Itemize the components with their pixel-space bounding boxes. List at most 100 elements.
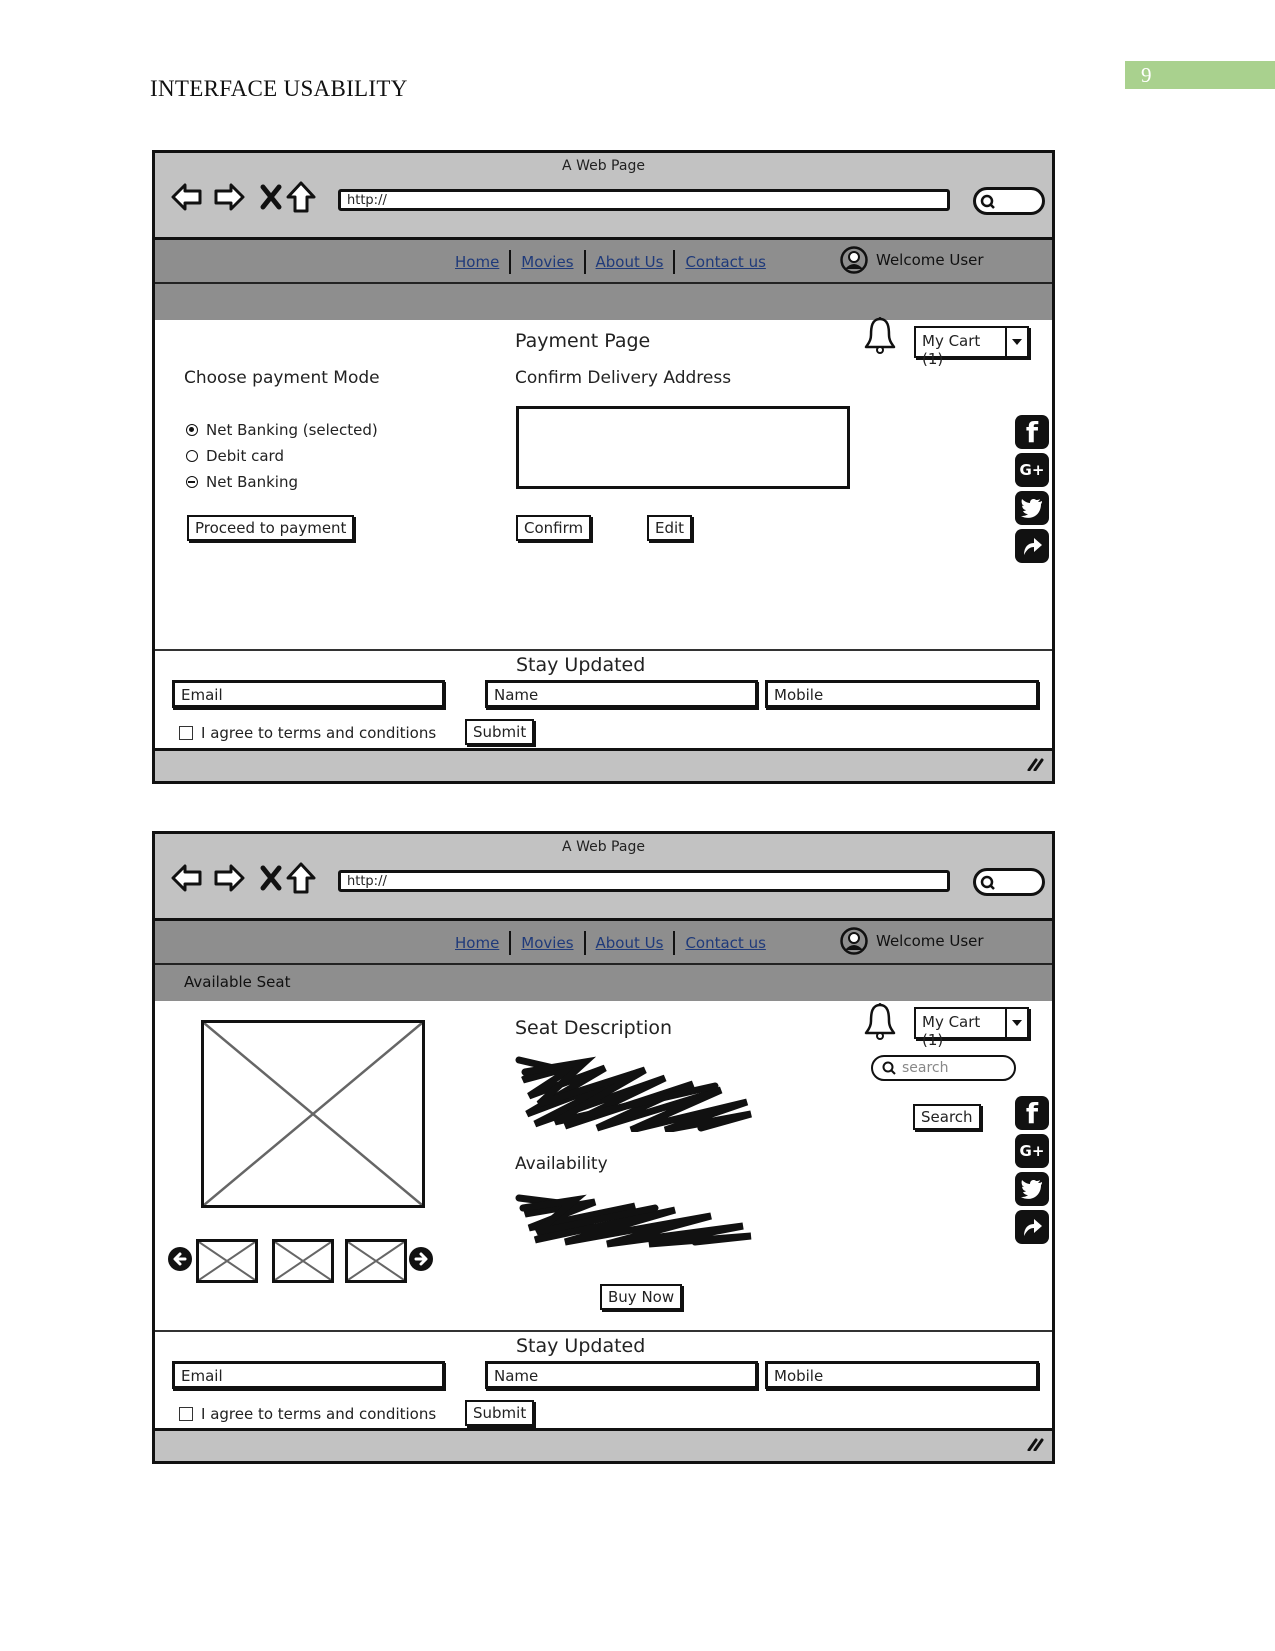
checkbox-icon — [179, 726, 193, 740]
name-field[interactable]: Name — [485, 680, 758, 708]
url-bar[interactable]: http:// — [338, 870, 950, 892]
user-avatar-icon — [840, 927, 868, 955]
nav-link-about-us[interactable]: About Us — [586, 934, 674, 952]
facebook-icon[interactable]: f — [1015, 415, 1049, 449]
sub-header-bar — [155, 284, 1052, 320]
nav-link-contact-us[interactable]: Contact us — [675, 253, 775, 271]
notification-bell-icon[interactable] — [860, 1001, 900, 1041]
nav-link-home[interactable]: Home — [445, 934, 509, 952]
browser-search-button[interactable] — [973, 868, 1045, 896]
back-arrow-icon[interactable] — [170, 180, 204, 214]
sub-header-label: Available Seat — [184, 973, 291, 991]
document-header: INTERFACE USABILITY — [150, 76, 408, 101]
available-seat-mockup: A Web Page http:// Home Movies About Us … — [152, 831, 1055, 1464]
seat-description-heading: Seat Description — [515, 1017, 673, 1039]
confirm-button[interactable]: Confirm — [516, 515, 592, 541]
search-input[interactable]: search — [871, 1055, 1016, 1081]
terms-label: I agree to terms and conditions — [201, 724, 437, 742]
nav-link-movies[interactable]: Movies — [511, 934, 583, 952]
my-cart-dropdown[interactable]: My Cart (1) — [914, 1007, 1029, 1049]
scribble-text-placeholder — [515, 1194, 752, 1248]
share-arrow-glyph — [1024, 1219, 1042, 1236]
close-x-icon[interactable] — [254, 180, 288, 214]
arrow-right-icon — [414, 1252, 428, 1266]
email-field[interactable]: Email — [172, 1361, 445, 1389]
cart-label: My Cart (1) — [916, 328, 1007, 368]
mobile-field[interactable]: Mobile — [765, 1361, 1039, 1389]
buy-now-button[interactable]: Buy Now — [600, 1284, 683, 1310]
forward-arrow-icon[interactable] — [212, 861, 246, 895]
nav-link-about-us[interactable]: About Us — [586, 253, 674, 271]
delivery-address-heading: Confirm Delivery Address — [515, 368, 732, 388]
sub-header-bar: Available Seat — [155, 965, 1052, 1001]
notification-bell-icon[interactable] — [860, 315, 900, 355]
window-title: A Web Page — [562, 839, 645, 855]
resize-grip-icon[interactable] — [1026, 1437, 1044, 1451]
availability-heading: Availability — [515, 1154, 608, 1174]
carousel-next-button[interactable] — [409, 1247, 433, 1271]
search-icon — [980, 194, 995, 209]
browser-search-button[interactable] — [973, 187, 1045, 215]
search-placeholder: search — [902, 1060, 949, 1076]
radio-label: Net Banking (selected) — [206, 421, 378, 439]
user-welcome[interactable]: Welcome User — [840, 246, 984, 274]
share-icon[interactable] — [1015, 529, 1049, 563]
thumbnail-1[interactable] — [196, 1239, 258, 1283]
welcome-text: Welcome User — [876, 932, 984, 950]
mobile-field[interactable]: Mobile — [765, 680, 1039, 708]
edit-button[interactable]: Edit — [647, 515, 693, 541]
twitter-icon[interactable] — [1015, 491, 1049, 525]
radio-net-banking-selected[interactable]: Net Banking (selected) — [186, 421, 378, 439]
my-cart-dropdown[interactable]: My Cart (1) — [914, 326, 1029, 368]
radio-selected-icon — [186, 424, 198, 436]
submit-button[interactable]: Submit — [465, 719, 535, 745]
nav-link-movies[interactable]: Movies — [511, 253, 583, 271]
share-icon[interactable] — [1015, 1210, 1049, 1244]
google-plus-icon[interactable]: G+ — [1015, 453, 1049, 487]
twitter-icon[interactable] — [1015, 1172, 1049, 1206]
email-field[interactable]: Email — [172, 680, 445, 708]
share-arrow-glyph — [1024, 538, 1042, 555]
thumbnail-3[interactable] — [345, 1239, 407, 1283]
home-icon[interactable] — [284, 180, 318, 214]
twitter-bird-glyph — [1021, 499, 1042, 518]
checkbox-icon — [179, 1407, 193, 1421]
url-bar[interactable]: http:// — [338, 189, 950, 211]
home-icon[interactable] — [284, 861, 318, 895]
radio-indeterminate-icon — [186, 476, 198, 488]
name-field[interactable]: Name — [485, 1361, 758, 1389]
arrow-left-icon — [173, 1252, 187, 1266]
cart-label: My Cart (1) — [916, 1009, 1007, 1049]
resize-grip-icon[interactable] — [1026, 757, 1044, 771]
facebook-icon[interactable]: f — [1015, 1096, 1049, 1130]
delivery-address-textarea[interactable] — [516, 406, 850, 489]
submit-button[interactable]: Submit — [465, 1400, 535, 1426]
browser-titlebar: A Web Page http:// — [155, 153, 1052, 240]
chevron-down-icon — [1007, 328, 1027, 356]
radio-debit-card[interactable]: Debit card — [186, 447, 284, 465]
stay-updated-heading: Stay Updated — [516, 1335, 646, 1357]
radio-net-banking[interactable]: Net Banking — [186, 473, 298, 491]
nav-link-home[interactable]: Home — [445, 253, 509, 271]
terms-checkbox[interactable]: I agree to terms and conditions — [179, 724, 436, 742]
user-welcome[interactable]: Welcome User — [840, 927, 984, 955]
thumbnail-2[interactable] — [272, 1239, 334, 1283]
proceed-to-payment-button[interactable]: Proceed to payment — [187, 515, 355, 541]
user-avatar-icon — [840, 246, 868, 274]
search-button[interactable]: Search — [913, 1104, 981, 1130]
payment-mode-heading: Choose payment Mode — [184, 368, 380, 388]
payment-page-mockup: A Web Page http:// Home Movies About Us … — [152, 150, 1055, 784]
browser-status-bar — [155, 748, 1052, 781]
nav-link-contact-us[interactable]: Contact us — [675, 934, 775, 952]
browser-status-bar — [155, 1428, 1052, 1461]
terms-label: I agree to terms and conditions — [201, 1405, 437, 1423]
scribble-text-placeholder — [515, 1056, 752, 1132]
forward-arrow-icon[interactable] — [212, 180, 246, 214]
google-plus-icon[interactable]: G+ — [1015, 1134, 1049, 1168]
close-x-icon[interactable] — [254, 861, 288, 895]
carousel-prev-button[interactable] — [168, 1247, 192, 1271]
terms-checkbox[interactable]: I agree to terms and conditions — [179, 1405, 436, 1423]
back-arrow-icon[interactable] — [170, 861, 204, 895]
image-placeholder-icon — [348, 1242, 404, 1280]
radio-unselected-icon — [186, 450, 198, 462]
